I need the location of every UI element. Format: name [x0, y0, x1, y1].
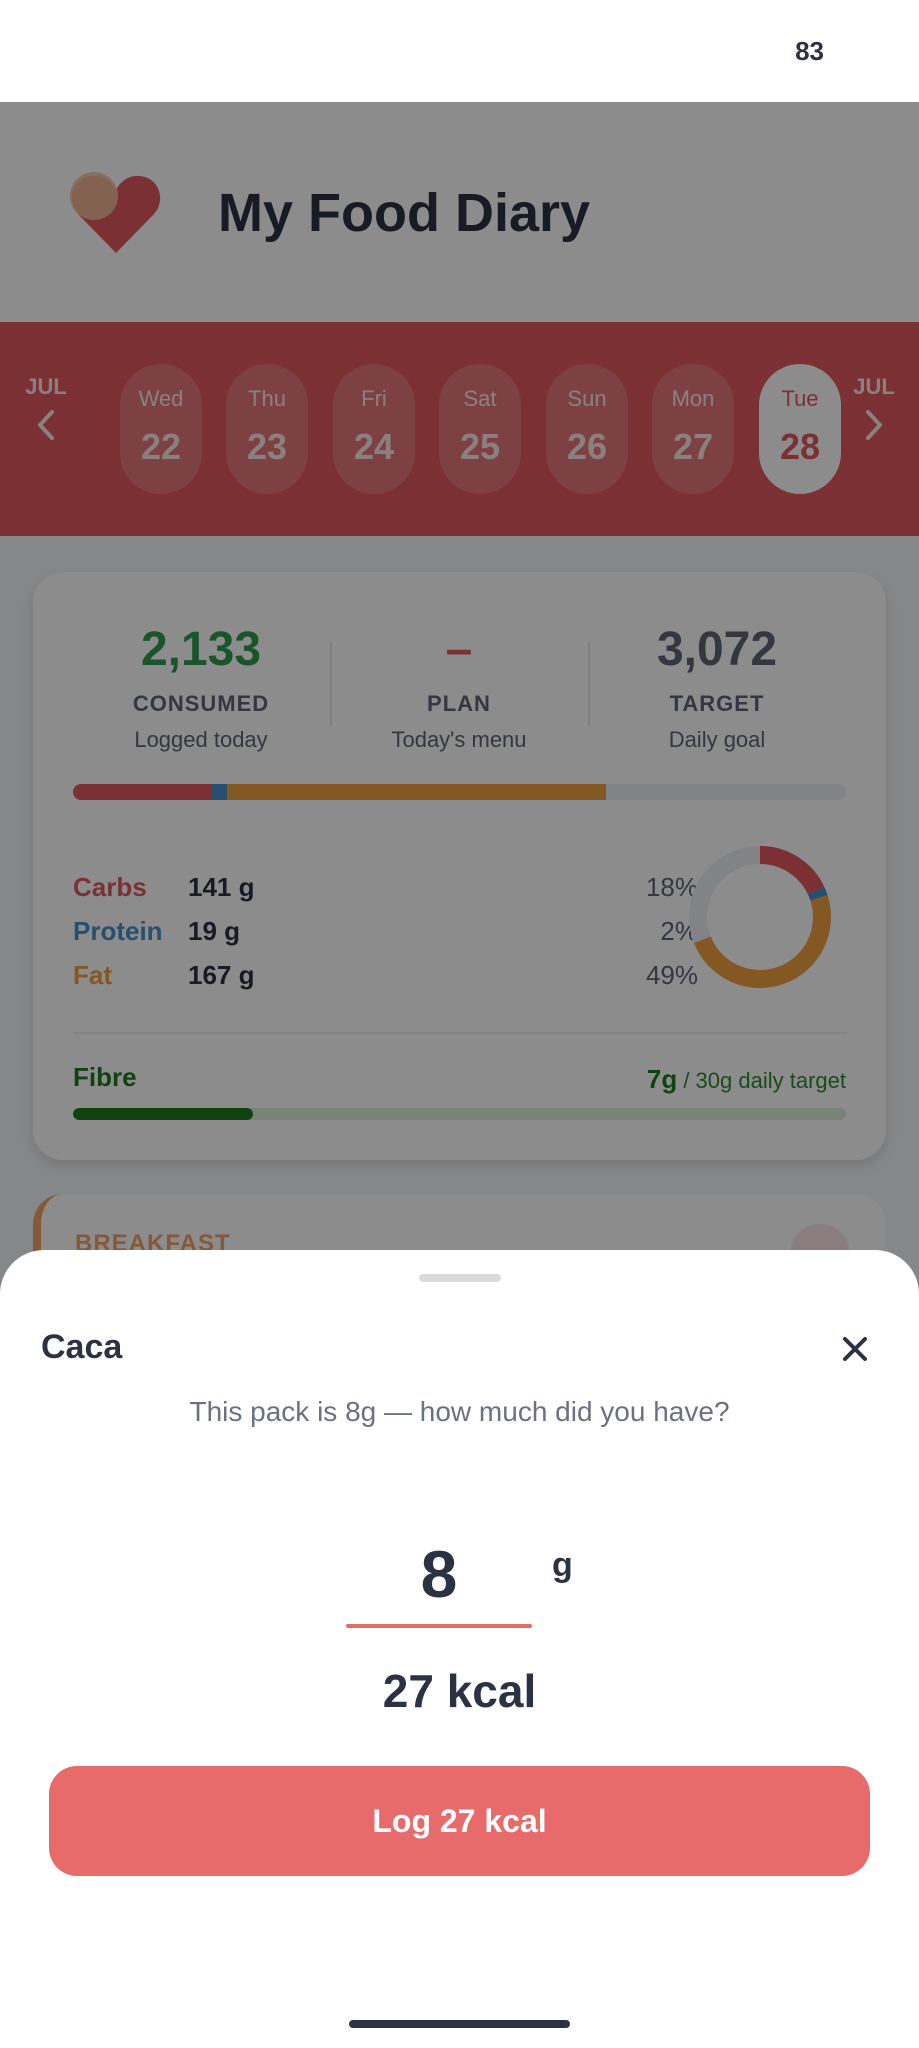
log-button[interactable]: Log 27 kcal [49, 1766, 870, 1876]
battery-level: 83 [795, 36, 824, 66]
unit-label: g [552, 1546, 573, 1584]
status-bar: 83 [0, 0, 919, 102]
food-name: Caca [41, 1328, 123, 1366]
close-button[interactable] [832, 1326, 878, 1372]
sheet-drag-handle[interactable] [419, 1274, 501, 1282]
home-indicator[interactable] [349, 2020, 570, 2028]
close-icon [843, 1337, 867, 1361]
pack-size-prompt: This pack is 8g — how much did you have? [189, 1396, 730, 1427]
amount-input-underline [346, 1624, 532, 1628]
log-portion-sheet: Caca This pack is 8g — how much did you … [0, 1250, 919, 2048]
amount-input[interactable] [346, 1536, 532, 1612]
kcal-readout: 27 kcal [382, 1665, 537, 1717]
